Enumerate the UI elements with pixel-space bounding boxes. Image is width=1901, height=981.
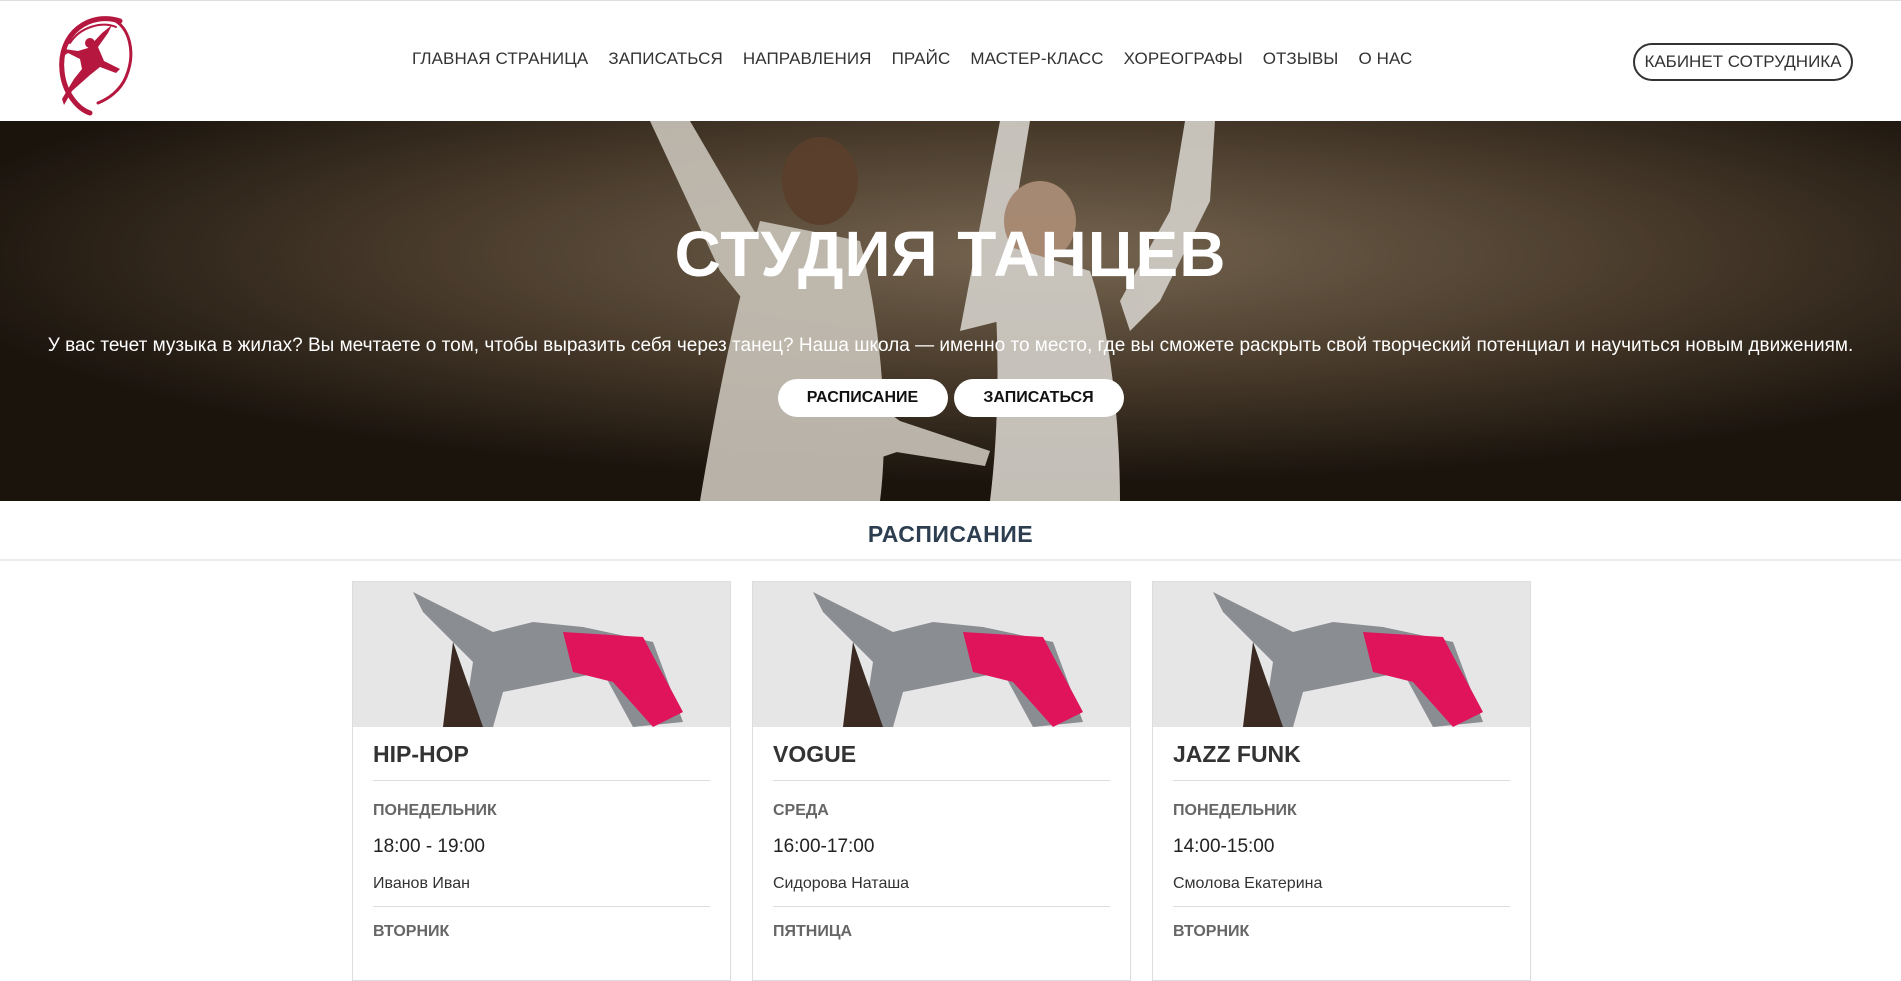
- main-nav: ГЛАВНАЯ СТРАНИЦА ЗАПИСАТЬСЯ НАПРАВЛЕНИЯ …: [412, 49, 1422, 69]
- card-time: 14:00-15:00: [1173, 836, 1275, 857]
- hero-title: СТУДИЯ ТАНЦЕВ: [674, 218, 1227, 290]
- schedule-card: JAZZ FUNK ПОНЕДЕЛЬНИК 14:00-15:00 Смолов…: [1152, 581, 1531, 981]
- dancer-photo: [1153, 582, 1530, 727]
- nav-directions[interactable]: НАПРАВЛЕНИЯ: [733, 49, 882, 69]
- signup-button[interactable]: ЗАПИСАТЬСЯ: [953, 379, 1124, 417]
- card-title: HIP-HOP: [373, 741, 710, 781]
- card-teacher: Иванов Иван: [373, 875, 710, 907]
- card-title: JAZZ FUNK: [1173, 741, 1510, 781]
- schedule-heading: РАСПИСАНИЕ: [867, 521, 1034, 547]
- dancer-logo-icon[interactable]: [50, 13, 134, 117]
- hero-banner: СТУДИЯ ТАНЦЕВ У вас течет музыка в жилах…: [0, 121, 1901, 501]
- hero-description: У вас течет музыка в жилах? Вы мечтаете …: [47, 335, 1854, 356]
- card-teacher: Сидорова Наташа: [773, 875, 1110, 907]
- staff-cabinet-button[interactable]: КАБИНЕТ СОТРУДНИКА: [1633, 43, 1853, 81]
- nav-masterclass[interactable]: МАСТЕР-КЛАСС: [960, 49, 1113, 69]
- card-teacher: Смолова Екатерина: [1173, 875, 1510, 907]
- nav-signup[interactable]: ЗАПИСАТЬСЯ: [598, 49, 733, 69]
- nav-about[interactable]: О НАС: [1348, 49, 1422, 69]
- card-day: ПОНЕДЕЛЬНИК: [1173, 802, 1297, 819]
- hero-dancers-image: [0, 121, 1901, 501]
- card-day: СРЕДА: [773, 802, 829, 819]
- card-next-day: ВТОРНИК: [1173, 923, 1250, 940]
- section-divider: [0, 559, 1901, 561]
- nav-price[interactable]: ПРАЙС: [882, 49, 961, 69]
- card-time: 18:00 - 19:00: [373, 836, 485, 857]
- nav-home[interactable]: ГЛАВНАЯ СТРАНИЦА: [412, 49, 598, 69]
- dancer-photo: [353, 582, 730, 727]
- card-title: VOGUE: [773, 741, 1110, 781]
- card-next-day: ВТОРНИК: [373, 923, 450, 940]
- schedule-cards: HIP-HOP ПОНЕДЕЛЬНИК 18:00 - 19:00 Иванов…: [352, 581, 1531, 981]
- card-next-day: ПЯТНИЦА: [773, 923, 853, 940]
- dancer-photo: [753, 582, 1130, 727]
- card-time: 16:00-17:00: [773, 836, 875, 857]
- card-day: ПОНЕДЕЛЬНИК: [373, 802, 497, 819]
- site-header: ГЛАВНАЯ СТРАНИЦА ЗАПИСАТЬСЯ НАПРАВЛЕНИЯ …: [0, 0, 1901, 121]
- hero-buttons: РАСПИСАНИЕ ЗАПИСАТЬСЯ: [0, 379, 1901, 417]
- schedule-button[interactable]: РАСПИСАНИЕ: [777, 379, 948, 417]
- nav-choreographers[interactable]: ХОРЕОГРАФЫ: [1114, 49, 1253, 69]
- nav-reviews[interactable]: ОТЗЫВЫ: [1253, 49, 1349, 69]
- schedule-card: VOGUE СРЕДА 16:00-17:00 Сидорова Наташа …: [752, 581, 1131, 981]
- schedule-card: HIP-HOP ПОНЕДЕЛЬНИК 18:00 - 19:00 Иванов…: [352, 581, 731, 981]
